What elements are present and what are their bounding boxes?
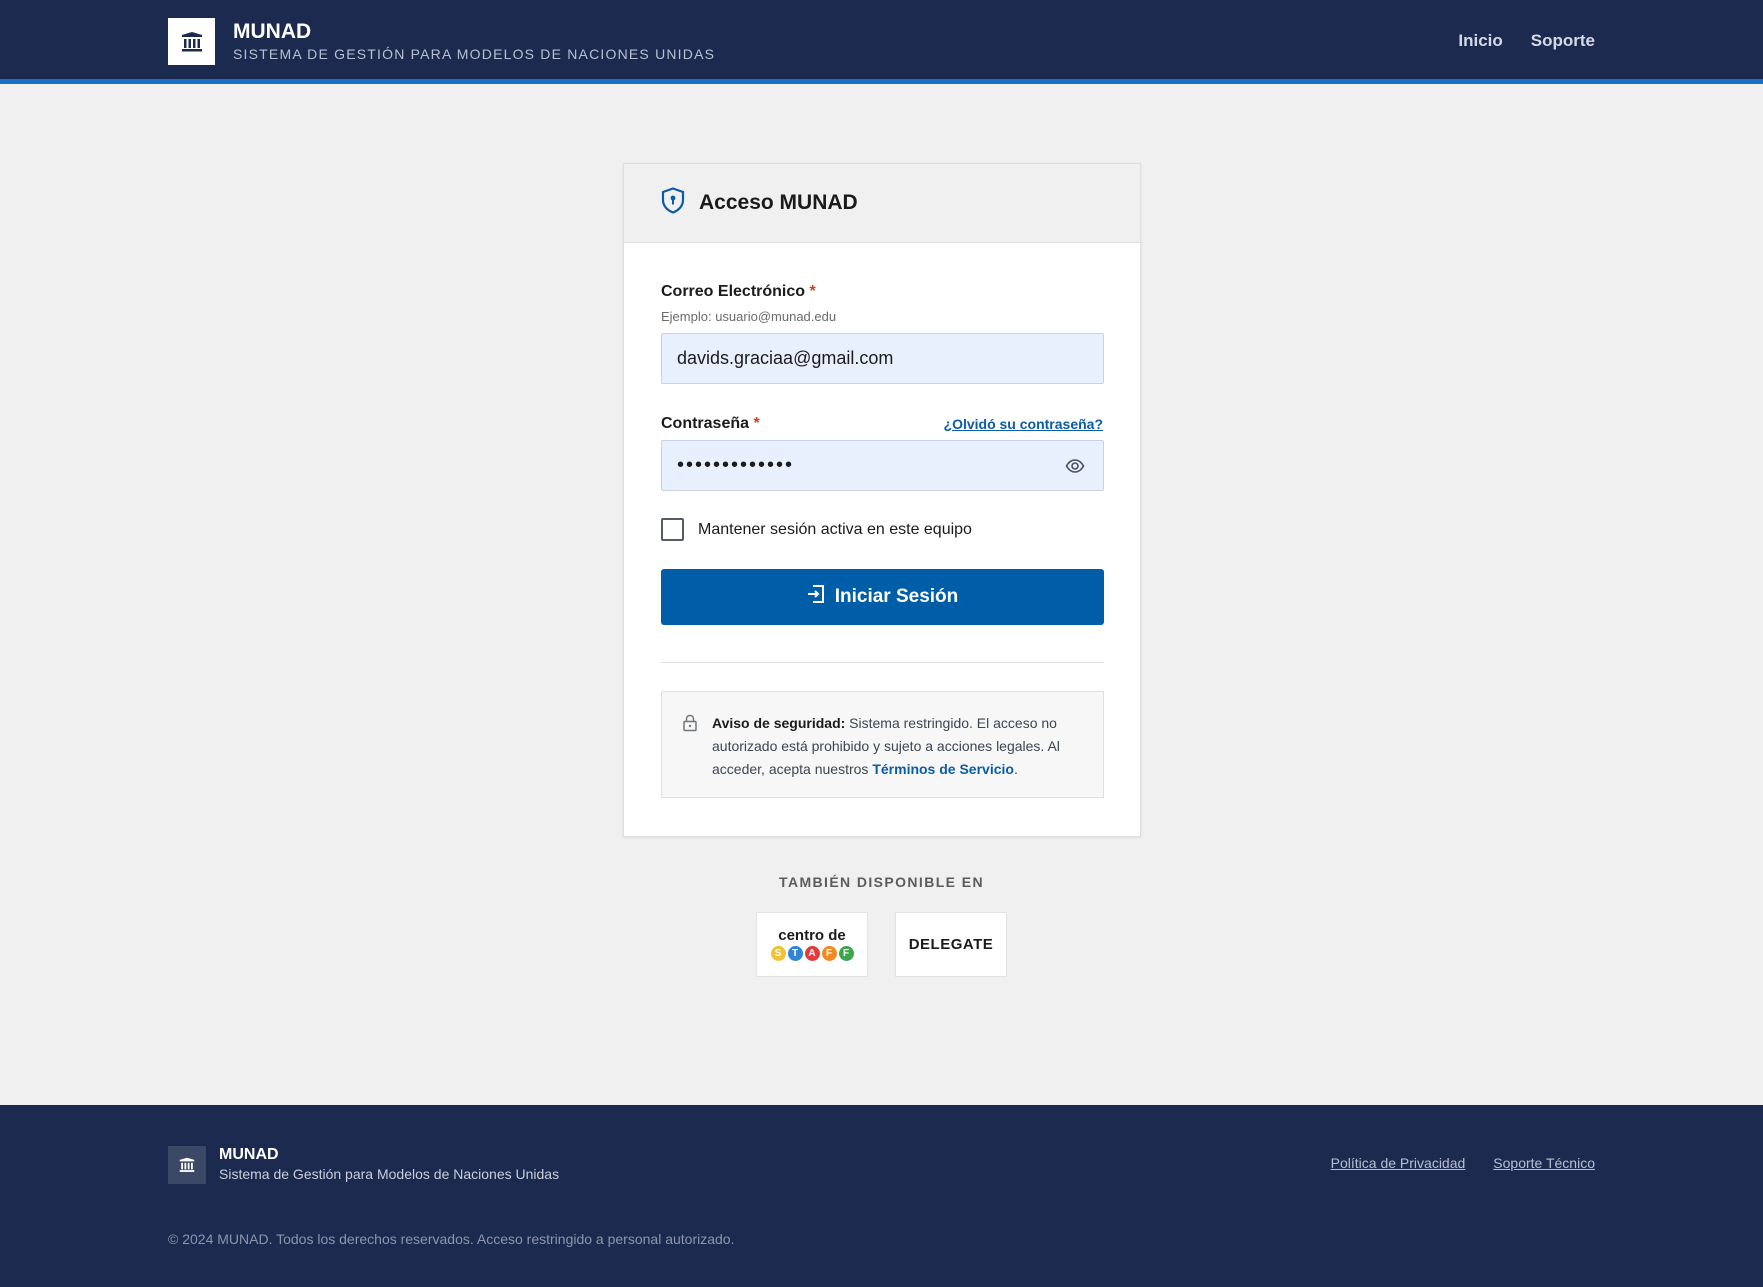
footer-subtitle: Sistema de Gestión para Modelos de Nacio… bbox=[219, 1166, 560, 1182]
sign-in-button[interactable]: Iniciar Sesión bbox=[661, 569, 1104, 625]
copyright: © 2024 MUNAD. Todos los derechos reserva… bbox=[168, 1231, 735, 1247]
security-notice: Aviso de seguridad: Sistema restringido.… bbox=[661, 691, 1104, 798]
brand-title: MUNAD bbox=[233, 20, 312, 43]
nav-link-soporte[interactable]: Soporte bbox=[1531, 31, 1595, 51]
institution-icon bbox=[168, 18, 215, 65]
delegate-logo[interactable]: DELEGATE bbox=[895, 912, 1007, 977]
lock-icon bbox=[682, 714, 698, 797]
brand[interactable]: MUNAD SISTEMA DE GESTIÓN PARA MODELOS DE… bbox=[168, 18, 715, 65]
sign-in-label: Iniciar Sesión bbox=[834, 586, 959, 607]
divider bbox=[661, 662, 1104, 663]
institution-icon bbox=[168, 1146, 206, 1184]
centro-de-staff-logo[interactable]: centro de S T A F F bbox=[756, 912, 868, 977]
sign-in-icon bbox=[807, 584, 825, 610]
required-mark: * bbox=[753, 415, 760, 432]
site-footer: MUNAD Sistema de Gestión para Modelos de… bbox=[0, 1105, 1763, 1287]
staff-letter: T bbox=[787, 946, 803, 961]
required-mark: * bbox=[809, 283, 816, 300]
footer-title: MUNAD bbox=[219, 1146, 279, 1163]
login-card: Acceso MUNAD Correo Electrónico * Ejempl… bbox=[623, 163, 1141, 837]
notice-end: . bbox=[1013, 761, 1018, 777]
staff-logo-top: centro de bbox=[778, 927, 846, 944]
delegate-logo-text: DELEGATE bbox=[908, 936, 994, 953]
privacy-policy-link[interactable]: Política de Privacidad bbox=[1331, 1155, 1466, 1171]
email-value: davids.graciaa@gmail.com bbox=[677, 348, 894, 368]
email-label: Correo Electrónico bbox=[661, 283, 806, 300]
password-field[interactable]: ••••••••••••• bbox=[661, 440, 1104, 491]
remember-checkbox[interactable] bbox=[661, 518, 684, 541]
brand-subtitle: SISTEMA DE GESTIÓN PARA MODELOS DE NACIO… bbox=[233, 46, 716, 62]
shield-icon bbox=[661, 187, 685, 219]
terms-link[interactable]: Términos de Servicio bbox=[872, 761, 1014, 777]
top-nav: Inicio Soporte bbox=[1458, 31, 1595, 51]
staff-letter: S bbox=[770, 946, 786, 961]
forgot-password-link[interactable]: ¿Olvidó su contraseña? bbox=[944, 416, 1103, 432]
tech-support-link[interactable]: Soporte Técnico bbox=[1493, 1155, 1595, 1171]
staff-letter: A bbox=[804, 946, 820, 961]
site-header: MUNAD SISTEMA DE GESTIÓN PARA MODELOS DE… bbox=[0, 0, 1763, 84]
email-field[interactable]: davids.graciaa@gmail.com bbox=[661, 333, 1104, 384]
staff-letter: F bbox=[838, 946, 854, 961]
staff-letter: F bbox=[821, 946, 837, 961]
remember-label: Mantener sesión activa en este equipo bbox=[698, 520, 972, 538]
card-title: Acceso MUNAD bbox=[699, 191, 858, 214]
password-value: ••••••••••••• bbox=[677, 454, 795, 476]
notice-title: Aviso de seguridad: bbox=[712, 715, 846, 731]
eye-icon[interactable] bbox=[1065, 456, 1085, 481]
nav-link-inicio[interactable]: Inicio bbox=[1458, 31, 1502, 51]
also-available-heading: TAMBIÉN DISPONIBLE EN bbox=[779, 874, 984, 890]
email-hint: Ejemplo: usuario@munad.edu bbox=[661, 309, 837, 324]
card-header: Acceso MUNAD bbox=[624, 164, 1140, 243]
password-label: Contraseña bbox=[661, 415, 750, 432]
